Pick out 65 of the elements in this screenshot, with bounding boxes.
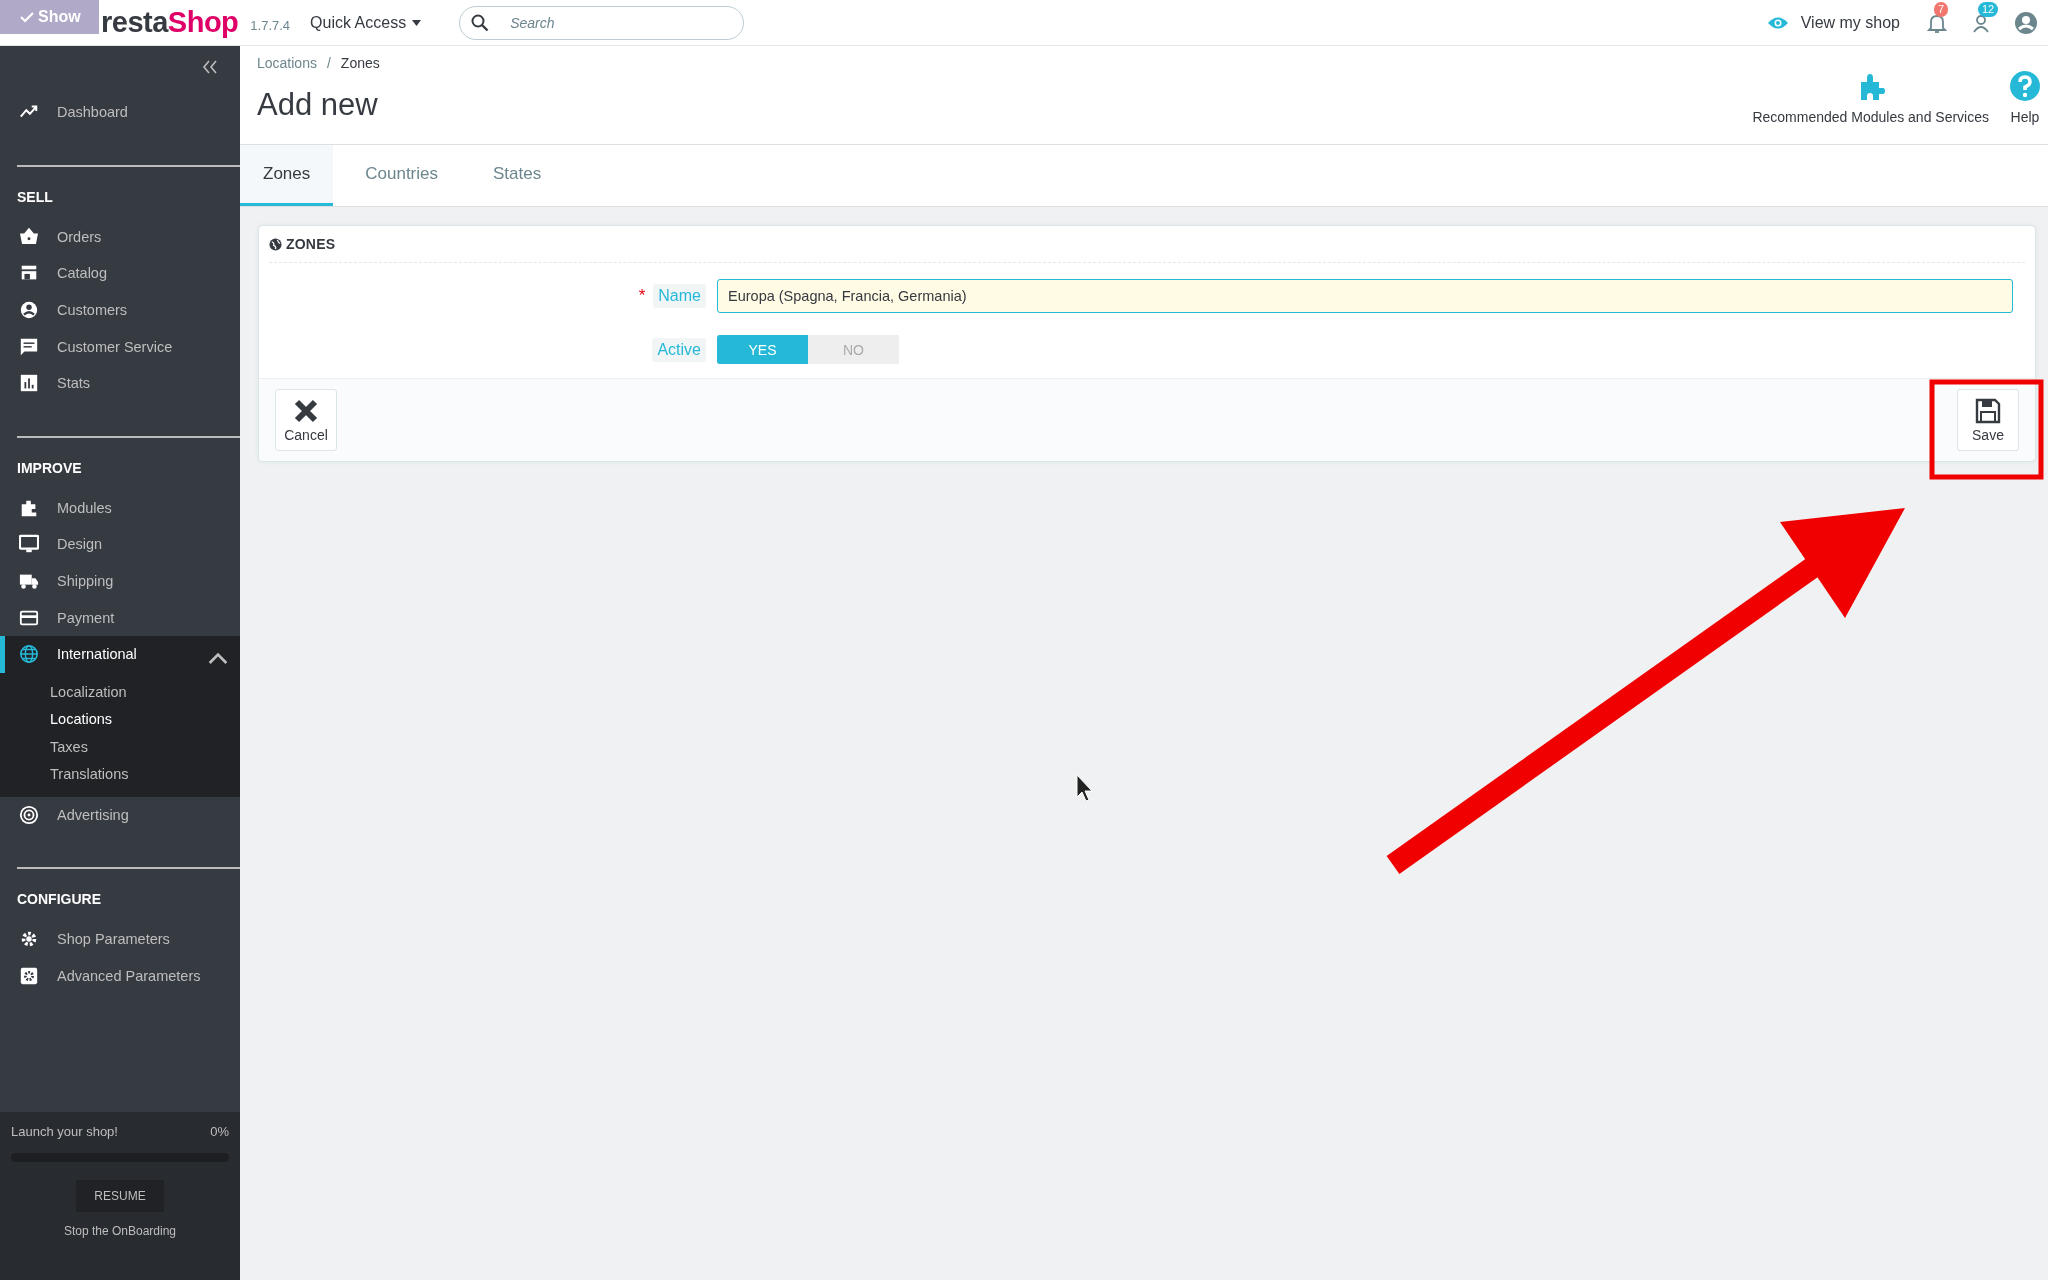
- cancel-button[interactable]: Cancel: [275, 389, 337, 451]
- help-button[interactable]: Help: [2009, 70, 2041, 125]
- breadcrumb-item[interactable]: Locations: [257, 55, 317, 71]
- account-icon[interactable]: [2014, 10, 2038, 35]
- save-button[interactable]: Save: [1957, 389, 2019, 451]
- sidebar-item[interactable]: Catalog: [0, 255, 240, 292]
- sidebar-item-icon: [19, 336, 39, 357]
- sidebar-item-icon: [19, 373, 39, 394]
- sidebar-item[interactable]: Customers: [0, 291, 240, 329]
- sidebar-item[interactable]: Payment: [0, 599, 240, 636]
- submenu-item[interactable]: Translations: [0, 761, 240, 789]
- section-heading: IMPROVE: [17, 459, 82, 476]
- breadcrumb-item: Zones: [340, 55, 380, 71]
- page-title: Add new: [257, 87, 379, 123]
- sidebar-item-icon: [19, 300, 39, 321]
- submenu-item[interactable]: Locations: [0, 706, 240, 734]
- notification-badge: 12: [1978, 1, 1999, 17]
- help-icon: [2009, 70, 2041, 102]
- field-label: Name: [653, 284, 706, 308]
- caret-icon: [412, 19, 422, 26]
- name-input[interactable]: Europa (Spagna, Francia, Germania): [717, 279, 2013, 313]
- logo-text: restaShop: [101, 6, 239, 39]
- resume-button[interactable]: RESUME: [76, 1180, 164, 1212]
- section-heading: CONFIGURE: [17, 891, 101, 908]
- submenu-item[interactable]: Taxes: [0, 733, 240, 762]
- sidebar-item[interactable]: Advanced Parameters: [0, 957, 240, 995]
- search-field[interactable]: Search: [459, 5, 745, 40]
- globe-icon: [269, 237, 282, 251]
- tab[interactable]: States: [470, 145, 565, 206]
- check-icon: [20, 11, 34, 23]
- close-icon: [292, 397, 320, 425]
- field-label: Active: [652, 337, 706, 362]
- collapse-icon[interactable]: [202, 60, 218, 74]
- sidebar-item[interactable]: Dashboard: [0, 94, 240, 131]
- section-heading: SELL: [17, 188, 53, 205]
- sidebar-item[interactable]: International: [0, 635, 240, 673]
- sidebar-item[interactable]: Shipping: [0, 562, 240, 600]
- sidebar-item-icon: [19, 966, 39, 986]
- panel-title: ZONES: [286, 236, 336, 252]
- tab[interactable]: Countries: [342, 145, 461, 206]
- breadcrumb-separator: /: [326, 55, 331, 71]
- sidebar-item-icon: [19, 226, 39, 247]
- sidebar-item-icon: [19, 644, 39, 665]
- tab[interactable]: Zones: [240, 145, 334, 206]
- mouse-cursor-icon: [1076, 774, 1093, 802]
- search-icon: [471, 13, 490, 32]
- sidebar-item[interactable]: Modules: [0, 489, 240, 527]
- onboarding-title: Launch your shop!: [11, 1124, 118, 1139]
- sidebar-item[interactable]: Orders: [0, 218, 240, 256]
- submenu-item[interactable]: Localization: [0, 678, 240, 707]
- sidebar-item[interactable]: Design: [0, 526, 240, 563]
- sidebar-item[interactable]: Shop Parameters: [0, 921, 240, 958]
- quick-access-menu[interactable]: Quick Access: [310, 13, 422, 32]
- sidebar-item[interactable]: Stats: [0, 364, 240, 402]
- stop-onboarding-link[interactable]: Stop the OnBoarding: [63, 1224, 177, 1238]
- progress-percent: 0%: [210, 1124, 229, 1139]
- sidebar-item[interactable]: Customer Service: [0, 328, 240, 365]
- notification-badge: 7: [1934, 1, 1949, 17]
- required-mark: *: [638, 286, 646, 306]
- sidebar-item-icon: [19, 804, 39, 825]
- sidebar-item[interactable]: Advertising: [0, 796, 240, 834]
- recommended-modules-button[interactable]: Recommended Modules and Services: [1752, 70, 1989, 125]
- version-label: 1.7.7.4: [250, 18, 291, 33]
- view-shop-link[interactable]: View my shop: [1766, 13, 1900, 32]
- sidebar-item-icon: [19, 534, 39, 555]
